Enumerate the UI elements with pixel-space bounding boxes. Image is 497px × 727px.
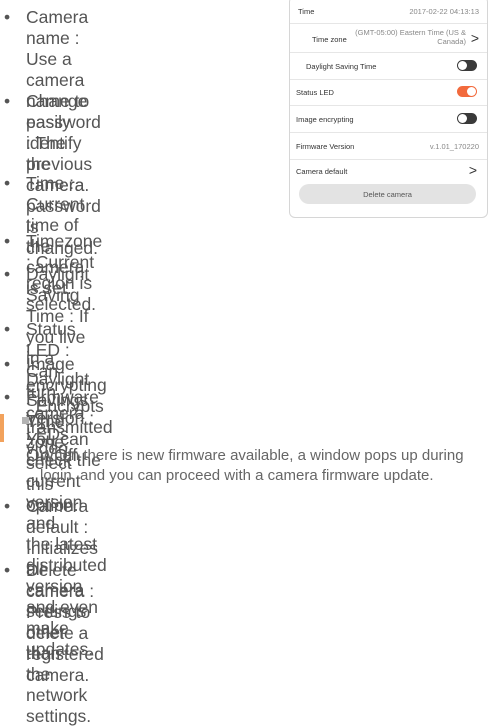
firmware-value: v.1.01_170220 bbox=[429, 142, 479, 151]
status-led-toggle[interactable] bbox=[457, 86, 477, 97]
note-line: login, and you can proceed with a camera… bbox=[40, 467, 434, 484]
bullet-dot: • bbox=[4, 354, 11, 374]
camera-settings-panel: Time 2017-02-22 04:13:13 Time zone (GMT-… bbox=[289, 0, 488, 218]
bullet-dot: • bbox=[4, 91, 11, 111]
bullet-dot: • bbox=[4, 387, 11, 407]
timezone-value-line: Canada) bbox=[437, 37, 466, 46]
timezone-value: (GMT-05:00) Eastern Time (US & Canada) bbox=[355, 28, 466, 46]
note-accent-bar bbox=[0, 414, 4, 442]
image-encrypting-toggle[interactable] bbox=[457, 113, 477, 124]
timezone-label: Time zone bbox=[312, 35, 347, 44]
toggle-knob bbox=[467, 87, 476, 96]
toggle-knob bbox=[458, 114, 467, 123]
timezone-row[interactable]: Time zone (GMT-05:00) Eastern Time (US &… bbox=[290, 24, 487, 51]
bullet-dot: • bbox=[4, 231, 11, 251]
dst-label: Daylight Saving Time bbox=[306, 62, 377, 71]
toggle-knob bbox=[458, 61, 467, 70]
time-label: Time bbox=[298, 7, 315, 16]
bullet-text: Camera name : Use a camera bbox=[26, 7, 89, 90]
dst-row: Daylight Saving Time bbox=[290, 52, 487, 80]
bullet-text: Change password : The bbox=[26, 91, 101, 153]
bullet-dot: • bbox=[4, 319, 11, 339]
bullet-dot: • bbox=[4, 173, 11, 193]
chevron-right-icon: > bbox=[468, 162, 477, 178]
bullet-dot: • bbox=[4, 7, 11, 27]
chevron-right-icon: > bbox=[470, 30, 479, 46]
bullet-dot: • bbox=[4, 496, 11, 516]
note-line: When there is new firmware available, a … bbox=[40, 447, 464, 464]
time-value: 2017-02-22 04:13:13 bbox=[409, 7, 479, 16]
status-led-label: Status LED bbox=[296, 88, 334, 97]
image-encrypting-row: Image encrypting bbox=[290, 106, 487, 133]
firmware-label: Firmware Version bbox=[296, 142, 355, 151]
delete-camera-button[interactable]: Delete camera bbox=[299, 184, 476, 204]
camera-default-row[interactable]: Camera default > bbox=[290, 160, 487, 182]
dst-toggle[interactable] bbox=[457, 60, 477, 71]
firmware-row[interactable]: Firmware Version v.1.01_170220 bbox=[290, 133, 487, 160]
note-square-icon bbox=[22, 417, 29, 424]
timezone-value-line: (GMT-05:00) Eastern Time (US & bbox=[355, 28, 466, 37]
time-row: Time 2017-02-22 04:13:13 bbox=[290, 0, 487, 24]
status-led-row: Status LED bbox=[290, 79, 487, 106]
bullet-dot: • bbox=[4, 560, 11, 580]
image-encrypting-label: Image encrypting bbox=[296, 115, 354, 124]
camera-default-label: Camera default bbox=[296, 167, 348, 176]
note-text: When there is new firmware available, a … bbox=[40, 446, 464, 486]
bullet-text: Delete camera : Press to delete a regist… bbox=[26, 560, 104, 685]
bullet-dot: • bbox=[4, 264, 11, 284]
